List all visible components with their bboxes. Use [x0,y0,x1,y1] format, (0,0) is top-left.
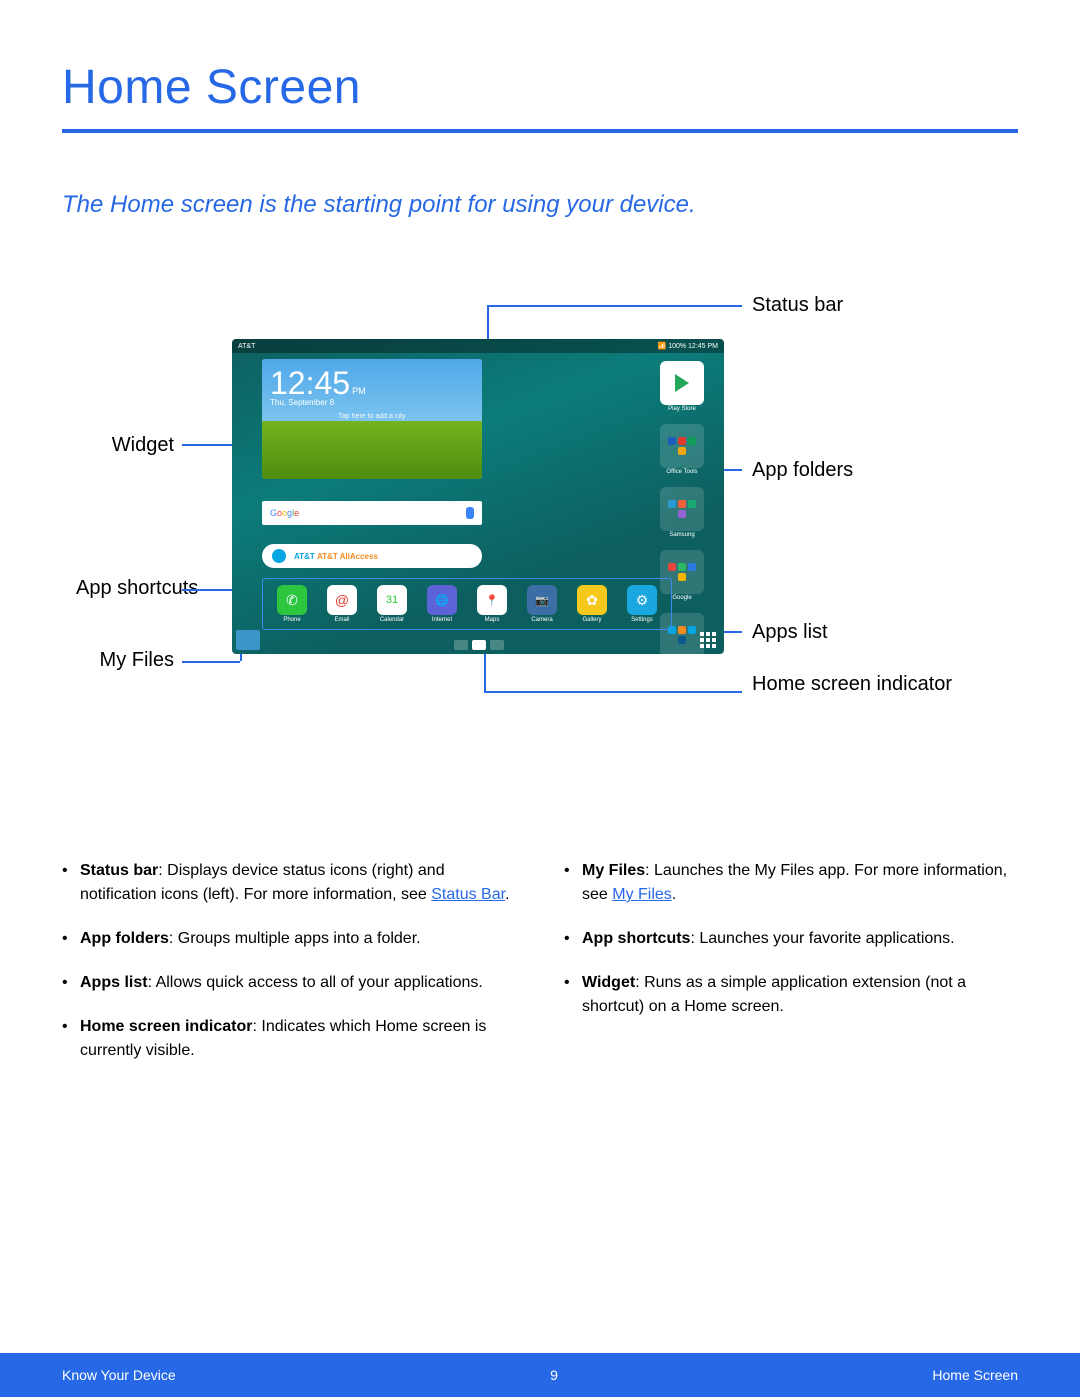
statusbar-left: AT&T [238,343,255,350]
mic-icon [466,507,474,519]
callout-status-bar: Status bar [752,294,843,317]
clock-tap: Tap here to add a city [270,413,474,420]
myfiles-icon [236,630,260,650]
link-my-files[interactable]: My Files [612,886,672,903]
app-shortcuts-dock: ✆Phone@Email31Calendar🌐Internet📍Maps📷Cam… [262,578,672,630]
apps-list-icon [700,632,718,650]
callout-widget: Widget [104,434,174,457]
diagram: Status bar App folders Apps list Home sc… [62,299,1018,799]
page-footer: Know Your Device 9 Home Screen [0,1353,1080,1397]
footer-center: 9 [550,1367,558,1383]
footer-right: Home Screen [932,1367,1018,1383]
link-status-bar[interactable]: Status Bar [431,886,505,903]
page-subtitle: The Home screen is the starting point fo… [62,191,1018,219]
callout-my-files: My Files [92,649,174,672]
statusbar-right: 📶 100% 12:45 PM [658,342,718,350]
callout-app-folders: App folders [752,459,853,482]
footer-left: Know Your Device [62,1367,176,1383]
clock-date: Thu, September 8 [270,398,474,407]
bullet-columns: Status bar: Displays device status icons… [62,859,1018,1083]
callout-apps-list: Apps list [752,621,828,644]
callout-app-shortcuts: App shortcuts [76,575,174,601]
att-widget: AT&T AT&T AllAccess [262,544,482,568]
callout-home-indicator: Home screen indicator [752,671,952,697]
status-bar: AT&T 📶 100% 12:45 PM [232,339,724,353]
widget-clock: 12:45PM Thu, September 8 Tap here to add… [262,359,482,479]
page-title: Home Screen [62,60,1018,133]
bullets-right: My Files: Launches the My Files app. For… [564,859,1018,1083]
bullets-left: Status bar: Displays device status icons… [62,859,516,1083]
clock-pm: PM [352,386,366,396]
google-search: Google [262,501,482,525]
tablet-mockup: AT&T 📶 100% 12:45 PM 12:45PM Thu, Septem… [232,339,724,654]
clock-time: 12:45 [270,365,350,402]
home-indicator [454,640,504,650]
